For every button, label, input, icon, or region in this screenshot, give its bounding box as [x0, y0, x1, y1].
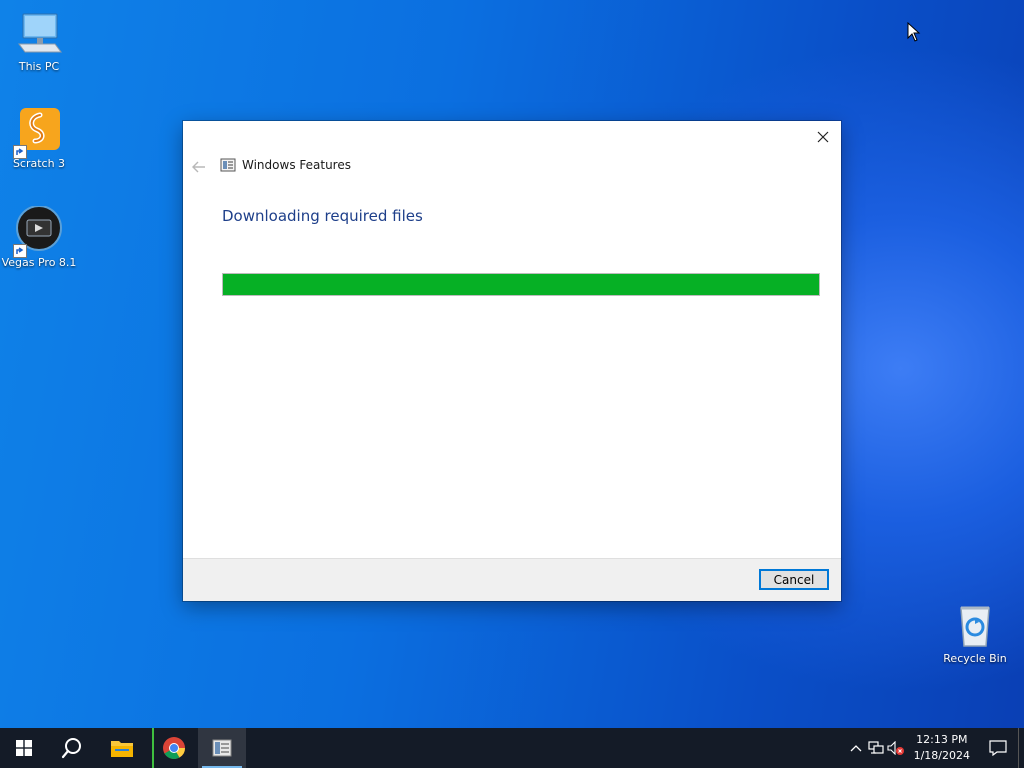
show-hidden-icons-button[interactable] — [846, 728, 866, 768]
volume-muted-icon — [887, 741, 904, 755]
search-icon — [61, 738, 81, 759]
computer-icon — [15, 10, 63, 58]
back-arrow-icon — [192, 161, 205, 173]
clock[interactable]: 12:13 PM 1/18/2024 — [906, 732, 978, 764]
running-indicator — [152, 728, 196, 768]
download-progress-bar — [222, 273, 820, 296]
desktop-icon-this-pc[interactable]: This PC — [0, 10, 78, 73]
close-icon — [817, 131, 829, 143]
vegas-pro-icon — [13, 205, 63, 258]
volume-button[interactable] — [886, 728, 906, 768]
cancel-button[interactable]: Cancel — [759, 569, 829, 590]
network-button[interactable] — [866, 728, 886, 768]
desktop-icon-label: Scratch 3 — [12, 157, 66, 170]
notification-icon — [989, 740, 1007, 756]
back-button[interactable] — [191, 159, 207, 173]
show-desktop-button[interactable] — [1018, 728, 1024, 768]
windows-features-dialog: Windows Features Downloading required fi… — [183, 121, 841, 601]
windows-features-icon — [220, 157, 236, 173]
clock-date: 1/18/2024 — [913, 749, 970, 762]
desktop-icon-vegas-pro[interactable]: Vegas Pro 8.1 — [0, 205, 78, 269]
status-heading: Downloading required files — [222, 207, 423, 225]
network-icon — [867, 741, 884, 754]
taskbar: 12:13 PM 1/18/2024 — [0, 728, 1024, 768]
desktop-icon-label: This PC — [18, 60, 60, 73]
chrome-button[interactable] — [150, 728, 198, 768]
windows-features-taskbar-button[interactable] — [198, 728, 246, 768]
progress-bar-fill — [223, 274, 819, 295]
action-center-button[interactable] — [978, 728, 1018, 768]
desktop-icon-scratch[interactable]: Scratch 3 — [0, 107, 78, 170]
recycle-bin-icon — [951, 602, 999, 650]
desktop-icon-recycle-bin[interactable]: Recycle Bin — [936, 602, 1014, 665]
start-button[interactable] — [0, 728, 48, 768]
mouse-cursor-icon — [907, 21, 921, 46]
close-button[interactable] — [809, 124, 837, 150]
chevron-up-icon — [850, 745, 862, 752]
windows-features-icon — [212, 739, 232, 757]
dialog-title: Windows Features — [242, 158, 351, 172]
windows-start-icon — [16, 740, 32, 756]
file-explorer-icon — [111, 741, 133, 757]
clock-time: 12:13 PM — [916, 733, 968, 746]
shortcut-arrow-icon — [13, 145, 27, 159]
desktop-icon-label: Vegas Pro 8.1 — [1, 256, 77, 269]
desktop-icon-label: Recycle Bin — [943, 652, 1007, 665]
file-explorer-button[interactable] — [98, 728, 146, 768]
dialog-footer: Cancel — [183, 558, 841, 601]
search-button[interactable] — [48, 728, 96, 768]
dialog-title-bar: Windows Features — [220, 157, 351, 173]
shortcut-arrow-icon — [13, 244, 27, 258]
scratch-icon — [13, 107, 63, 159]
system-tray: 12:13 PM 1/18/2024 — [846, 728, 1024, 768]
